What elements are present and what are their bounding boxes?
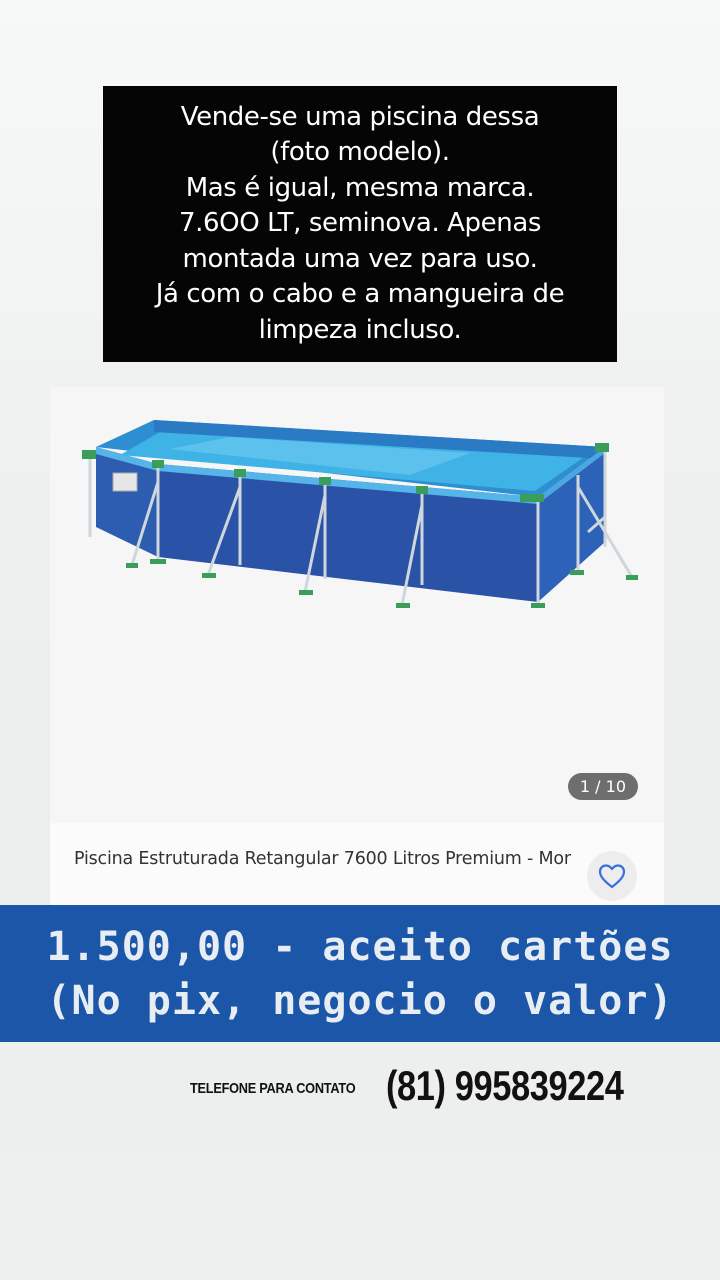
pool-product-image <box>82 420 638 608</box>
caption-line: Mas é igual, mesma marca. <box>185 172 535 203</box>
caption-line: Vende-se uma piscina dessa <box>180 101 540 132</box>
heart-outline-icon <box>598 864 626 889</box>
caption-line: (foto modelo). <box>270 137 450 168</box>
price-text: 1.500,00 - aceito cartões <box>46 923 674 970</box>
contact-label: TELEFONE PARA CONTATO <box>190 1080 356 1097</box>
payment-note: (No pix, negocio o valor) <box>46 977 674 1024</box>
product-info-bar: Piscina Estruturada Retangular 7600 Litr… <box>50 823 664 905</box>
contact-row: TELEFONE PARA CONTATO (81) 995839224 <box>0 1060 720 1110</box>
caption-line: limpeza incluso. <box>258 314 462 345</box>
image-counter-badge: 1 / 10 <box>567 773 638 800</box>
caption-line: Já com o cabo e a mangueira de <box>155 279 565 310</box>
favorite-button[interactable] <box>587 851 637 901</box>
product-title[interactable]: Piscina Estruturada Retangular 7600 Litr… <box>74 846 589 872</box>
price-banner: 1.500,00 - aceito cartões (No pix, negoc… <box>0 905 720 1042</box>
caption-line: 7.6OO LT, seminova. Apenas <box>178 208 542 239</box>
caption-line: montada uma vez para uso. <box>182 243 538 274</box>
story-caption-box: Vende-se uma piscina dessa (foto modelo)… <box>103 86 617 362</box>
product-image-card[interactable]: 1 / 10 <box>50 387 664 823</box>
contact-phone[interactable]: (81) 995839224 <box>386 1062 624 1110</box>
